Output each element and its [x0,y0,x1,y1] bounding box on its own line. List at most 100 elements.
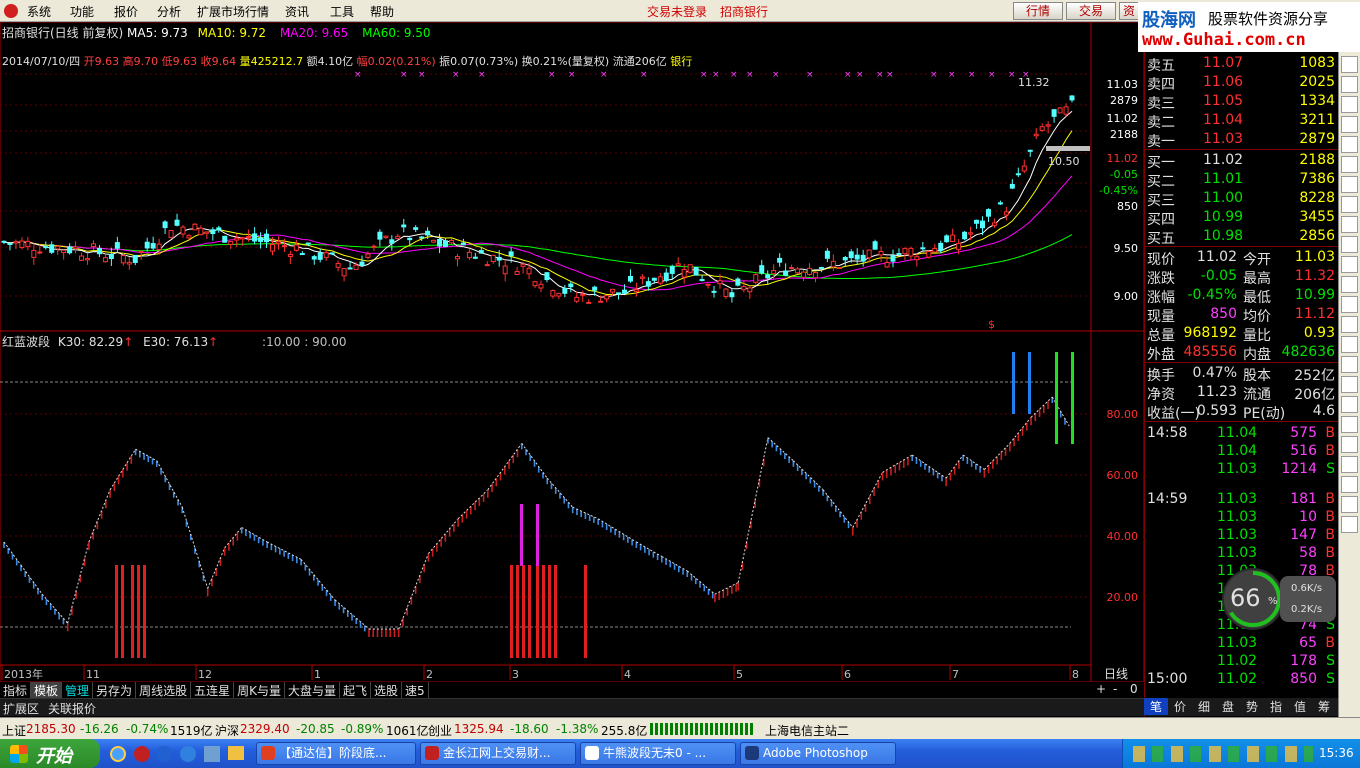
menu-help[interactable]: 帮助 [370,3,394,20]
detail-tab-7[interactable]: 筹 [1312,698,1336,715]
detail-tab-5[interactable]: 指 [1264,698,1288,715]
bid-row[interactable]: 买五 10.98 2856 [1145,227,1339,247]
bid-row[interactable]: 买二 11.01 7386 [1145,170,1339,190]
list-icon[interactable] [1341,96,1358,113]
tab-weekly-k[interactable]: 周K与量 [234,682,285,699]
zoom-out-button[interactable]: - [1110,682,1120,696]
tab-stock-pick[interactable]: 选股 [371,682,403,699]
quote-button[interactable]: 行情 [1013,2,1063,20]
f5-icon[interactable] [1341,416,1358,433]
folder-icon[interactable] [228,746,244,760]
tick-row[interactable]: 14:59 11.03 181 B [1145,490,1339,509]
bid-row[interactable]: 买三 11.00 8228 [1145,189,1339,209]
tick-row[interactable]: 11.03 58 B [1145,544,1339,563]
f3-icon[interactable] [1341,256,1358,273]
tab-related-quote[interactable]: 关联报价 [48,700,96,717]
tab-template[interactable]: 模板 [31,682,63,699]
clock[interactable]: 15:36 [1319,746,1354,760]
tab-indicator[interactable]: 指标 [0,682,32,699]
table-icon[interactable] [1341,116,1358,133]
task-tongdaxin[interactable]: 【通达信】阶段底... [256,742,416,765]
info-button[interactable]: 资 [1119,2,1139,20]
menu-function[interactable]: 功能 [70,3,94,20]
menu-tools[interactable]: 工具 [330,3,354,20]
bar-icon[interactable] [1341,156,1358,173]
bid-row[interactable]: 买四 10.99 3455 [1145,208,1339,228]
detail-tab-4[interactable]: 势 [1240,698,1264,715]
menu-system[interactable]: 系统 [27,3,51,20]
ask-row[interactable]: 卖一 11.03 2879 [1145,130,1339,150]
app-quicklaunch-icon[interactable] [134,746,150,762]
tick-row[interactable]: 11.02 178 S [1145,652,1339,671]
tick-row[interactable]: 11.03 10 B [1145,508,1339,527]
pan-icon[interactable] [1341,356,1358,373]
f1-icon[interactable] [1341,216,1358,233]
news-icon[interactable] [1341,296,1358,313]
chart-icon[interactable] [1341,76,1358,93]
zoom-reset-button[interactable]: 0 [1127,682,1141,696]
tick-row[interactable]: 11.03 65 B [1145,634,1339,653]
detail-tab-6[interactable]: 值 [1288,698,1312,715]
rsi-icon[interactable] [1341,316,1358,333]
browser2-icon[interactable] [180,746,196,762]
ask-row[interactable]: 卖三 11.05 1334 [1145,92,1339,112]
menu-ext-market[interactable]: 扩展市场行情 [197,3,269,20]
draw-icon[interactable] [1341,376,1358,393]
trade-button[interactable]: 交易 [1066,2,1116,20]
month-icon[interactable] [1341,496,1358,513]
menu-quote[interactable]: 报价 [114,3,138,20]
f6-icon[interactable] [1341,436,1358,453]
fund-row[interactable]: 换手 0.47% 股本 252亿 [1145,364,1339,384]
window-restore-icon[interactable] [1341,56,1358,73]
quote-row[interactable]: 外盘 485556 内盘 482636 [1145,343,1339,363]
calendar-icon[interactable] [1341,456,1358,473]
browser-icon[interactable] [156,746,172,762]
fund-row[interactable]: 净资 11.23 流通 206亿 [1145,383,1339,403]
menu-news[interactable]: 资讯 [285,3,309,20]
tab-market-vol[interactable]: 大盘与量 [285,682,340,699]
kline-chart[interactable]: 11.03 2879 11.02 2188 11.02 -0.05 -0.45% 850 9.5… [0,22,1144,682]
tab-manage[interactable]: 管理 [62,682,94,699]
quote-row[interactable]: 总量 968192 量比 0.93 [1145,324,1339,344]
trade-status[interactable]: 交易未登录 [647,3,707,20]
start-button[interactable]: 开始 [0,739,100,768]
tab-save-as[interactable]: 另存为 [93,682,137,699]
zoom-in-button[interactable]: + [1093,682,1109,696]
detail-tab-3[interactable]: 盘 [1216,698,1240,715]
grid-icon[interactable] [1341,176,1358,193]
kline-icon[interactable] [1341,136,1358,153]
tray-icons[interactable] [1133,746,1313,762]
ask-row[interactable]: 卖二 11.04 3211 [1145,111,1339,131]
task-photoshop[interactable]: Adobe Photoshop [740,742,896,765]
quote-row[interactable]: 现量 850 均价 11.12 [1145,305,1339,325]
detail-tab-1[interactable]: 价 [1168,698,1192,715]
tick-row[interactable]: 11.03 147 B [1145,526,1339,545]
desktop-icon[interactable] [204,746,220,762]
move-icon[interactable] [1341,336,1358,353]
f10-icon[interactable] [1341,196,1358,213]
tick-row[interactable]: 11.03 1214 S [1145,460,1339,479]
pen-icon[interactable] [1341,396,1358,413]
tab-five-star[interactable]: 五连星 [191,682,235,699]
detail-tab-0[interactable]: 笔 [1144,698,1168,715]
bid-row[interactable]: 买一 11.02 2188 [1145,151,1339,171]
quote-row[interactable]: 涨跌 -0.05 最高 11.32 [1145,267,1339,287]
tick-row[interactable]: 15:00 11.02 850 S [1145,670,1339,689]
ie-icon[interactable] [110,746,126,762]
tab-extension-area[interactable]: 扩展区 [3,700,39,717]
tab-weekly-pick[interactable]: 周线选股 [136,682,192,699]
server-label[interactable]: 上海电信主站二 [765,722,849,739]
task-notepad[interactable]: 牛熊波段无未0 - ... [580,742,736,765]
quote-row[interactable]: 涨幅 -0.45% 最低 10.99 [1145,286,1339,306]
ask-row[interactable]: 卖五 11.07 1083 [1145,54,1339,74]
minute-icon[interactable] [1341,516,1358,533]
quote-row[interactable]: 现价 11.02 今开 11.03 [1145,248,1339,268]
menu-analysis[interactable]: 分析 [157,3,181,20]
ask-row[interactable]: 卖四 11.06 2025 [1145,73,1339,93]
tab-speed5[interactable]: 速5 [402,682,429,699]
tick-row[interactable]: 14:58 11.04 575 B [1145,424,1339,443]
task-jinchangjiang[interactable]: 金长江网上交易财... [420,742,576,765]
week-icon[interactable] [1341,476,1358,493]
f4-icon[interactable] [1341,276,1358,293]
fund-row[interactable]: 收益(一) 0.593 PE(动) 4.6 [1145,402,1339,422]
